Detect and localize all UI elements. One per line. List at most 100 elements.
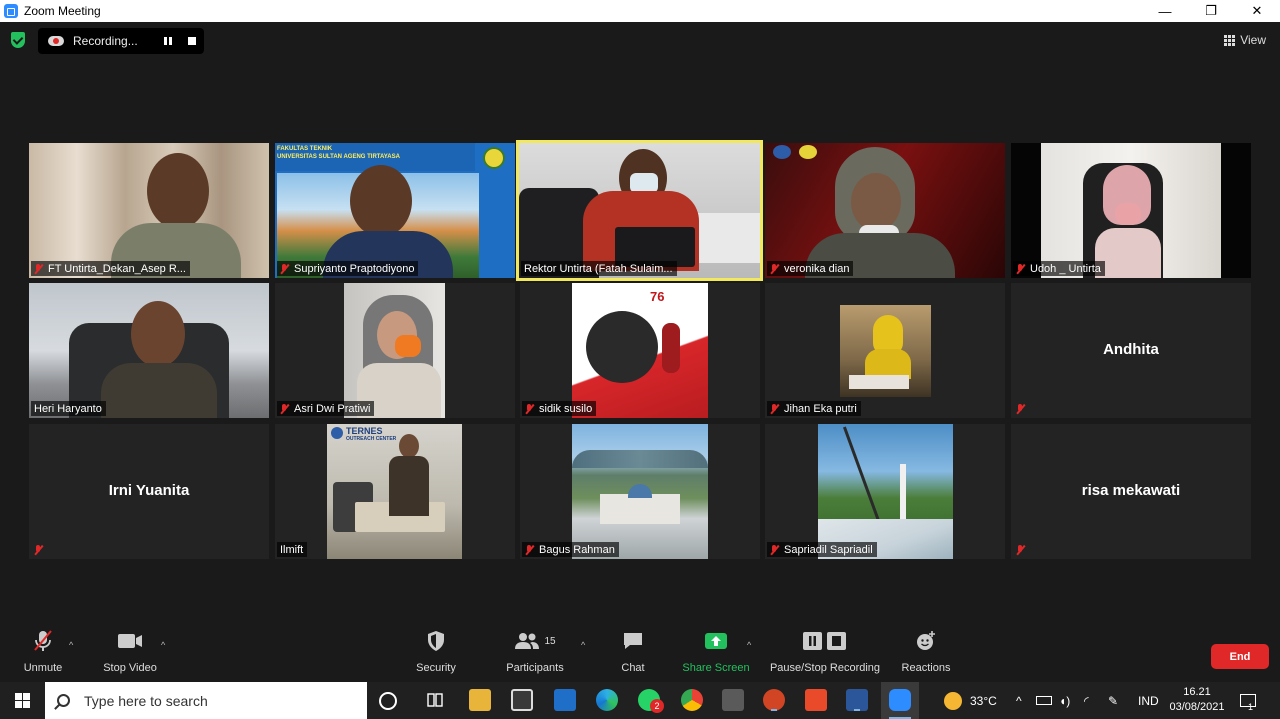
- pause-recording-icon[interactable]: [164, 37, 172, 45]
- end-meeting-button[interactable]: End: [1211, 644, 1269, 669]
- participant-name-tag: Udoh _ Untirta: [1013, 261, 1105, 276]
- reactions-button[interactable]: Reactions: [900, 628, 952, 674]
- mail-icon[interactable]: [554, 689, 576, 711]
- pause-stop-recording-button[interactable]: Pause/Stop Recording: [768, 628, 882, 674]
- participants-options-chevron-icon[interactable]: ^: [581, 640, 585, 650]
- video-tile[interactable]: TERNES OUTREACH CENTER Ilmift: [275, 424, 515, 559]
- video-tile[interactable]: FAKULTAS TEKNIK UNIVERSITAS SULTAN AGENG…: [275, 143, 515, 278]
- video-tile[interactable]: FT Untirta_Dekan_Asep R...: [29, 143, 269, 278]
- whatsapp-icon[interactable]: 2: [638, 689, 664, 713]
- muted-mic-icon: [1016, 403, 1025, 414]
- task-view-icon[interactable]: [424, 689, 446, 711]
- close-button[interactable]: ✕: [1234, 0, 1280, 22]
- participant-name-tag: [31, 542, 52, 557]
- untirta-logo-icon: [799, 145, 817, 159]
- edge-browser-icon[interactable]: [596, 689, 618, 711]
- word-icon[interactable]: [846, 689, 868, 711]
- participant-name-tag: Bagus Rahman: [522, 542, 619, 557]
- pen-icon[interactable]: ✎: [1108, 682, 1118, 719]
- participant-name-tag: Rektor Untirta (Fatah Sulaim...: [521, 261, 677, 276]
- reactions-smiley-icon: [917, 631, 935, 650]
- ternes-logo-icon: [331, 427, 343, 439]
- zoom-app-icon: [4, 4, 18, 18]
- calculator-icon[interactable]: [722, 689, 744, 711]
- pdf-reader-icon[interactable]: [805, 689, 827, 711]
- wifi-icon[interactable]: ◜: [1084, 682, 1089, 719]
- muted-mic-icon: [525, 403, 534, 414]
- participant-name-tag: Supriyanto Praptodiyono: [277, 261, 419, 276]
- participant-name-tag: FT Untirta_Dekan_Asep R...: [31, 261, 190, 276]
- audio-options-chevron-icon[interactable]: ^: [69, 640, 73, 650]
- share-screen-arrow-icon: [705, 633, 727, 649]
- share-options-chevron-icon[interactable]: ^: [747, 640, 751, 650]
- volume-icon[interactable]: ◖): [1059, 682, 1070, 719]
- video-tile[interactable]: Bagus Rahman: [520, 424, 760, 559]
- view-button[interactable]: View: [1224, 33, 1266, 47]
- search-icon: [57, 694, 70, 707]
- clock-date: 03/08/2021: [1169, 701, 1225, 713]
- video-options-chevron-icon[interactable]: ^: [161, 640, 165, 650]
- participant-name-tag: sidik susilo: [522, 401, 597, 416]
- chat-button[interactable]: Chat: [612, 628, 654, 674]
- window-title: Zoom Meeting: [24, 4, 101, 18]
- language-indicator[interactable]: IND: [1138, 682, 1159, 719]
- meeting-toolbar: Unmute ^ Stop Video ^ Security 15 Partic…: [0, 628, 1280, 682]
- powerpoint-icon[interactable]: [763, 689, 785, 711]
- video-camera-icon: [118, 634, 142, 648]
- start-button[interactable]: [0, 682, 44, 719]
- participant-name-tag: [1013, 401, 1034, 416]
- muted-mic-icon: [34, 263, 43, 274]
- poster-76-text: 76: [650, 289, 665, 304]
- video-tile[interactable]: Asri Dwi Pratiwi: [275, 283, 515, 418]
- system-clock[interactable]: 16.21 03/08/2021: [1168, 685, 1226, 715]
- chrome-icon[interactable]: [681, 689, 703, 711]
- search-placeholder: Type here to search: [84, 692, 208, 709]
- grid-view-icon: [1224, 34, 1236, 46]
- participants-icon: [515, 633, 540, 649]
- video-tile[interactable]: Sapriadil Sapriadil: [765, 424, 1005, 559]
- stop-recording-icon[interactable]: [188, 37, 196, 45]
- kemdikbud-logo-icon: [773, 145, 791, 159]
- battery-icon[interactable]: [1036, 682, 1052, 719]
- video-tile[interactable]: veronika dian: [765, 143, 1005, 278]
- active-speaker-tile[interactable]: Rektor Untirta (Fatah Sulaim...: [516, 140, 763, 281]
- notification-center-icon[interactable]: 1: [1240, 682, 1256, 719]
- video-tile[interactable]: Jihan Eka putri: [765, 283, 1005, 418]
- video-tile-no-video[interactable]: risa mekawati: [1011, 424, 1251, 559]
- muted-mic-icon: [525, 544, 534, 555]
- participants-button[interactable]: 15 Participants: [502, 628, 568, 674]
- participant-display-name: Andhita: [1103, 341, 1159, 358]
- video-tile[interactable]: Heri Haryanto: [29, 283, 269, 418]
- muted-mic-icon: [280, 263, 289, 274]
- minimize-button[interactable]: —: [1142, 0, 1188, 22]
- participants-count: 15: [544, 635, 556, 647]
- file-explorer-icon[interactable]: [469, 689, 491, 711]
- windows-logo-icon: [14, 693, 30, 708]
- maximize-button[interactable]: ❐: [1188, 0, 1234, 22]
- microsoft-store-icon[interactable]: [511, 689, 533, 711]
- cortana-icon[interactable]: [379, 692, 397, 710]
- notification-count: 1: [1248, 702, 1254, 712]
- whatsapp-unread-badge: 2: [650, 699, 664, 713]
- participant-name-tag: Sapriadil Sapriadil: [767, 542, 877, 557]
- encryption-shield-icon[interactable]: [11, 32, 25, 48]
- chat-bubble-icon: [624, 633, 642, 649]
- video-tile-no-video[interactable]: Irni Yuanita: [29, 424, 269, 559]
- zoom-taskbar-icon[interactable]: [881, 682, 919, 719]
- share-screen-button[interactable]: Share Screen: [681, 628, 751, 674]
- muted-mic-icon: [1016, 544, 1025, 555]
- taskbar-search-box[interactable]: Type here to search: [45, 682, 367, 719]
- video-tile-no-video[interactable]: Andhita: [1011, 283, 1251, 418]
- weather-widget[interactable]: 33°C: [944, 682, 997, 719]
- muted-mic-icon: [34, 544, 43, 555]
- muted-mic-icon: [770, 544, 779, 555]
- meeting-top-bar: Recording... View: [0, 22, 1280, 60]
- stop-video-button[interactable]: Stop Video: [98, 628, 162, 674]
- video-tile[interactable]: 76 sidik susilo: [520, 283, 760, 418]
- muted-microphone-icon: [34, 630, 52, 651]
- recording-label: Recording...: [73, 34, 138, 48]
- video-tile[interactable]: Udoh _ Untirta: [1011, 143, 1251, 278]
- security-button[interactable]: Security: [412, 628, 460, 674]
- unmute-button[interactable]: Unmute: [20, 628, 66, 674]
- system-tray-chevron-icon[interactable]: ^: [1016, 682, 1022, 719]
